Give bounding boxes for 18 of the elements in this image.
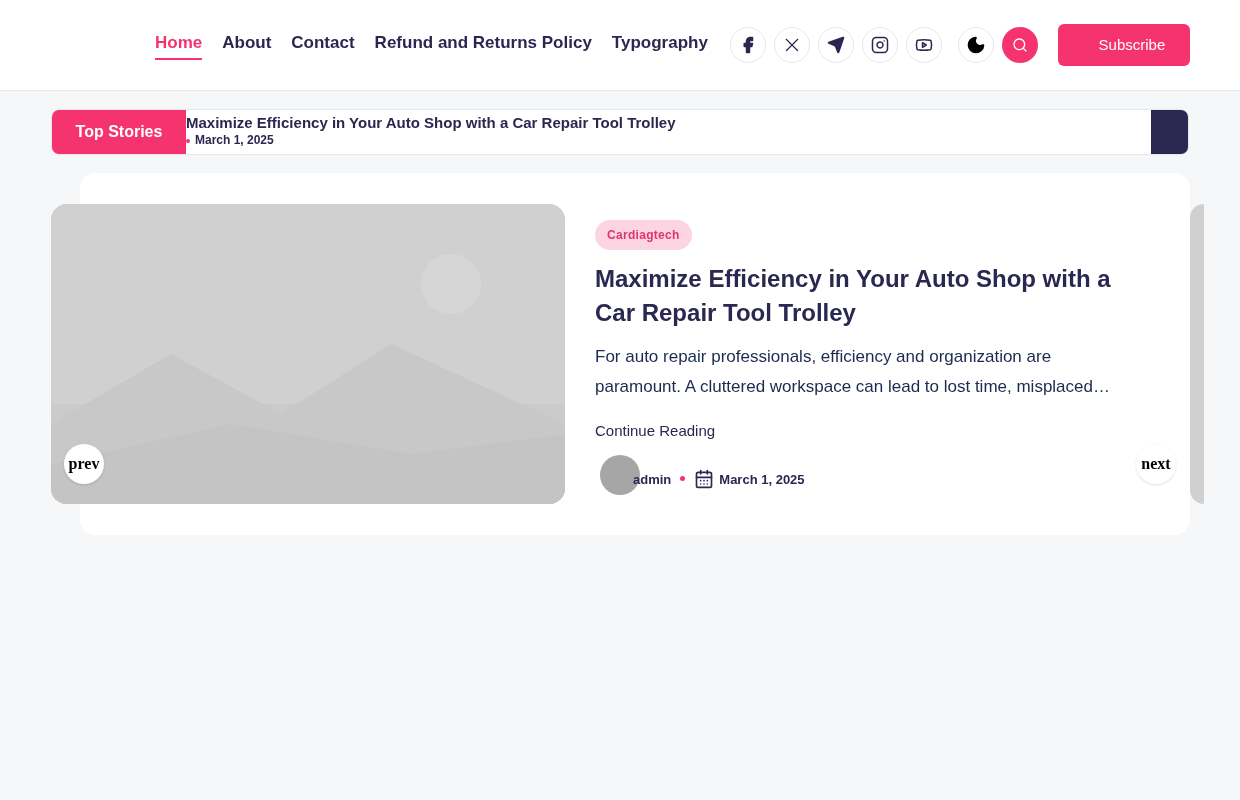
post-title[interactable]: Maximize Efficiency in Your Auto Shop with a Car Repair Tool Trolley bbox=[595, 262, 1115, 330]
subscribe-button[interactable]: Subscribe bbox=[1057, 24, 1190, 66]
author-name[interactable]: admin bbox=[633, 469, 672, 490]
ticker-date: March 1, 2025 bbox=[186, 133, 1151, 147]
post-excerpt: For auto repair professionals, efficiency and organization are paramount. A cluttered workspace can lead to lost time, misplaced… bbox=[595, 346, 1111, 398]
continue-reading-link[interactable]: Continue Reading bbox=[595, 420, 716, 443]
nav-link[interactable]: Home bbox=[155, 30, 203, 60]
nav-link[interactable]: Refund and Returns Policy bbox=[374, 30, 592, 60]
moon-icon bbox=[965, 35, 986, 55]
nav-link[interactable]: Contact bbox=[291, 30, 355, 60]
calendar-icon bbox=[694, 468, 715, 489]
ticker-label: Top Stories bbox=[52, 110, 186, 154]
nav-link[interactable]: About bbox=[222, 30, 272, 60]
search-button[interactable] bbox=[1001, 27, 1038, 63]
nav-link[interactable]: Typography bbox=[611, 30, 708, 60]
post-date: March 1, 2025 bbox=[719, 470, 805, 489]
search-icon bbox=[1011, 37, 1028, 53]
ticker-headline[interactable]: Maximize Efficiency in Your Auto Shop with a Car Repair Tool Trolley bbox=[186, 113, 1151, 133]
